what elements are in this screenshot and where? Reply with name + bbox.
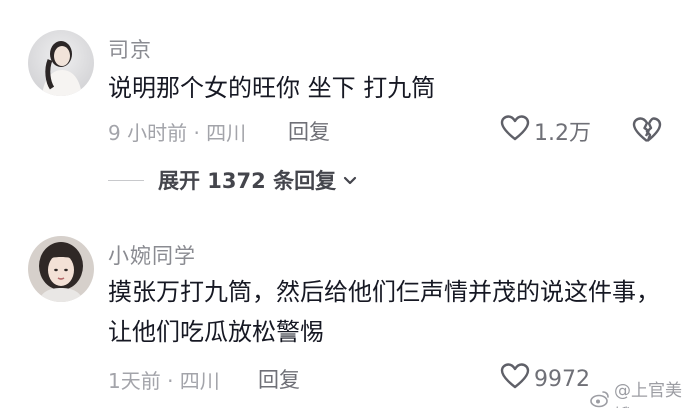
like-count: 9972 — [534, 366, 590, 392]
comment-text: 摸张万打九筒，然后给他们仨声情并茂的说这件事，让他们吃瓜放松警惕 — [108, 278, 660, 346]
comment-username[interactable]: 司京 — [108, 34, 152, 64]
reply-button[interactable]: 回复 — [288, 116, 330, 146]
heart-outline-icon — [500, 362, 530, 396]
comment-list: 司京 说明那个女的旺你 坐下 打九筒 9 小时前 · 四川 回复 1.2万 展开… — [0, 0, 690, 408]
broken-heart-icon — [632, 117, 662, 148]
heart-outline-icon — [500, 114, 530, 148]
like-count: 1.2万 — [534, 121, 591, 146]
comment-meta: 9 小时前 · 四川 — [108, 121, 247, 145]
expand-replies-label: 展开 1372 条回复 — [158, 169, 337, 193]
divider — [108, 179, 144, 181]
reply-button[interactable]: 回复 — [258, 364, 300, 394]
watermark: @上官美娥 — [590, 376, 690, 408]
chevron-down-icon — [342, 168, 358, 192]
expand-replies-button[interactable]: 展开 1372 条回复 — [158, 165, 358, 195]
like-button[interactable]: 1.2万 — [500, 114, 591, 148]
watermark-text: @上官美娥 — [614, 381, 682, 408]
expand-replies[interactable]: 展开 1372 条回复 — [108, 165, 358, 195]
comment-username[interactable]: 小婉同学 — [108, 240, 196, 270]
avatar[interactable] — [28, 236, 94, 302]
dislike-button[interactable] — [632, 116, 662, 148]
weibo-logo-icon — [590, 390, 610, 408]
comment-text: 说明那个女的旺你 坐下 打九筒 — [108, 74, 436, 102]
comment-meta: 1天前 · 四川 — [108, 369, 220, 393]
like-button[interactable]: 9972 — [500, 362, 590, 396]
avatar[interactable] — [28, 30, 94, 96]
